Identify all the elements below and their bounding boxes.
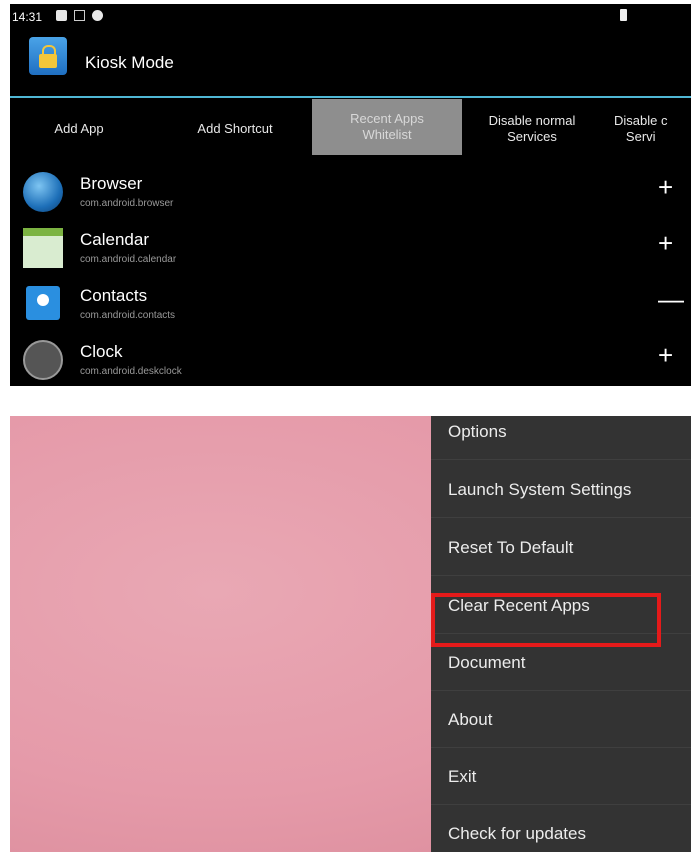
notification-icon [56, 10, 67, 21]
remove-icon[interactable]: — [658, 284, 684, 315]
lock-icon [29, 37, 67, 75]
status-time: 14:31 [12, 10, 43, 24]
list-item-clock[interactable]: Clock com.android.deskclock + [10, 330, 691, 386]
app-package: com.android.calendar [80, 254, 177, 265]
app-title: Kiosk Mode [85, 53, 174, 72]
menu-item-about[interactable]: About [431, 690, 691, 748]
add-icon[interactable]: + [658, 172, 673, 203]
add-icon[interactable]: + [658, 340, 673, 371]
menu-item-reset-to-default[interactable]: Reset To Default [431, 518, 691, 576]
tab-disable-services-partial[interactable]: Disable c Servi [614, 98, 691, 160]
app-bar: Kiosk Mode [10, 32, 691, 98]
highlight-box [431, 593, 661, 647]
app-name: Calendar [80, 230, 149, 249]
list-item-calendar[interactable]: Calendar com.android.calendar + [10, 218, 691, 274]
app-name: Contacts [80, 286, 148, 305]
menu-item-check-for-updates[interactable]: Check for updates [431, 804, 691, 852]
tab-add-shortcut[interactable]: Add Shortcut [170, 98, 300, 160]
menu-item-options[interactable]: Options [431, 416, 691, 460]
options-menu-screen: Options Launch System Settings Reset To … [10, 416, 691, 852]
settings-gear-icon [92, 10, 103, 21]
globe-icon [23, 172, 63, 212]
options-menu: Options Launch System Settings Reset To … [431, 416, 691, 852]
status-bar: 14:31 [10, 4, 691, 32]
app-package: com.android.contacts [80, 310, 176, 321]
battery-icon [620, 9, 627, 21]
kiosk-app-screen: 14:31 Kiosk Mode Add App Add Shortcut Re… [10, 4, 691, 386]
tab-bar: Add App Add Shortcut Recent Apps Whiteli… [10, 98, 691, 162]
app-name: Clock [80, 342, 123, 361]
list-item-browser[interactable]: Browser com.android.browser + [10, 162, 691, 218]
grid-icon [74, 10, 85, 21]
tab-add-app[interactable]: Add App [24, 98, 134, 160]
menu-item-exit[interactable]: Exit [431, 747, 691, 805]
app-name: Browser [80, 174, 143, 193]
list-item-contacts[interactable]: Contacts com.android.contacts — [10, 274, 691, 330]
tab-recent-apps-whitelist[interactable]: Recent Apps Whitelist [312, 99, 462, 155]
app-package: com.android.deskclock [80, 366, 182, 377]
app-package: com.android.browser [80, 198, 174, 209]
add-icon[interactable]: + [658, 228, 673, 259]
menu-item-launch-system-settings[interactable]: Launch System Settings [431, 460, 691, 518]
contacts-icon [26, 286, 60, 320]
calendar-icon [23, 228, 63, 268]
clock-icon [23, 340, 63, 380]
tab-disable-normal-services[interactable]: Disable normal Services [462, 98, 602, 160]
